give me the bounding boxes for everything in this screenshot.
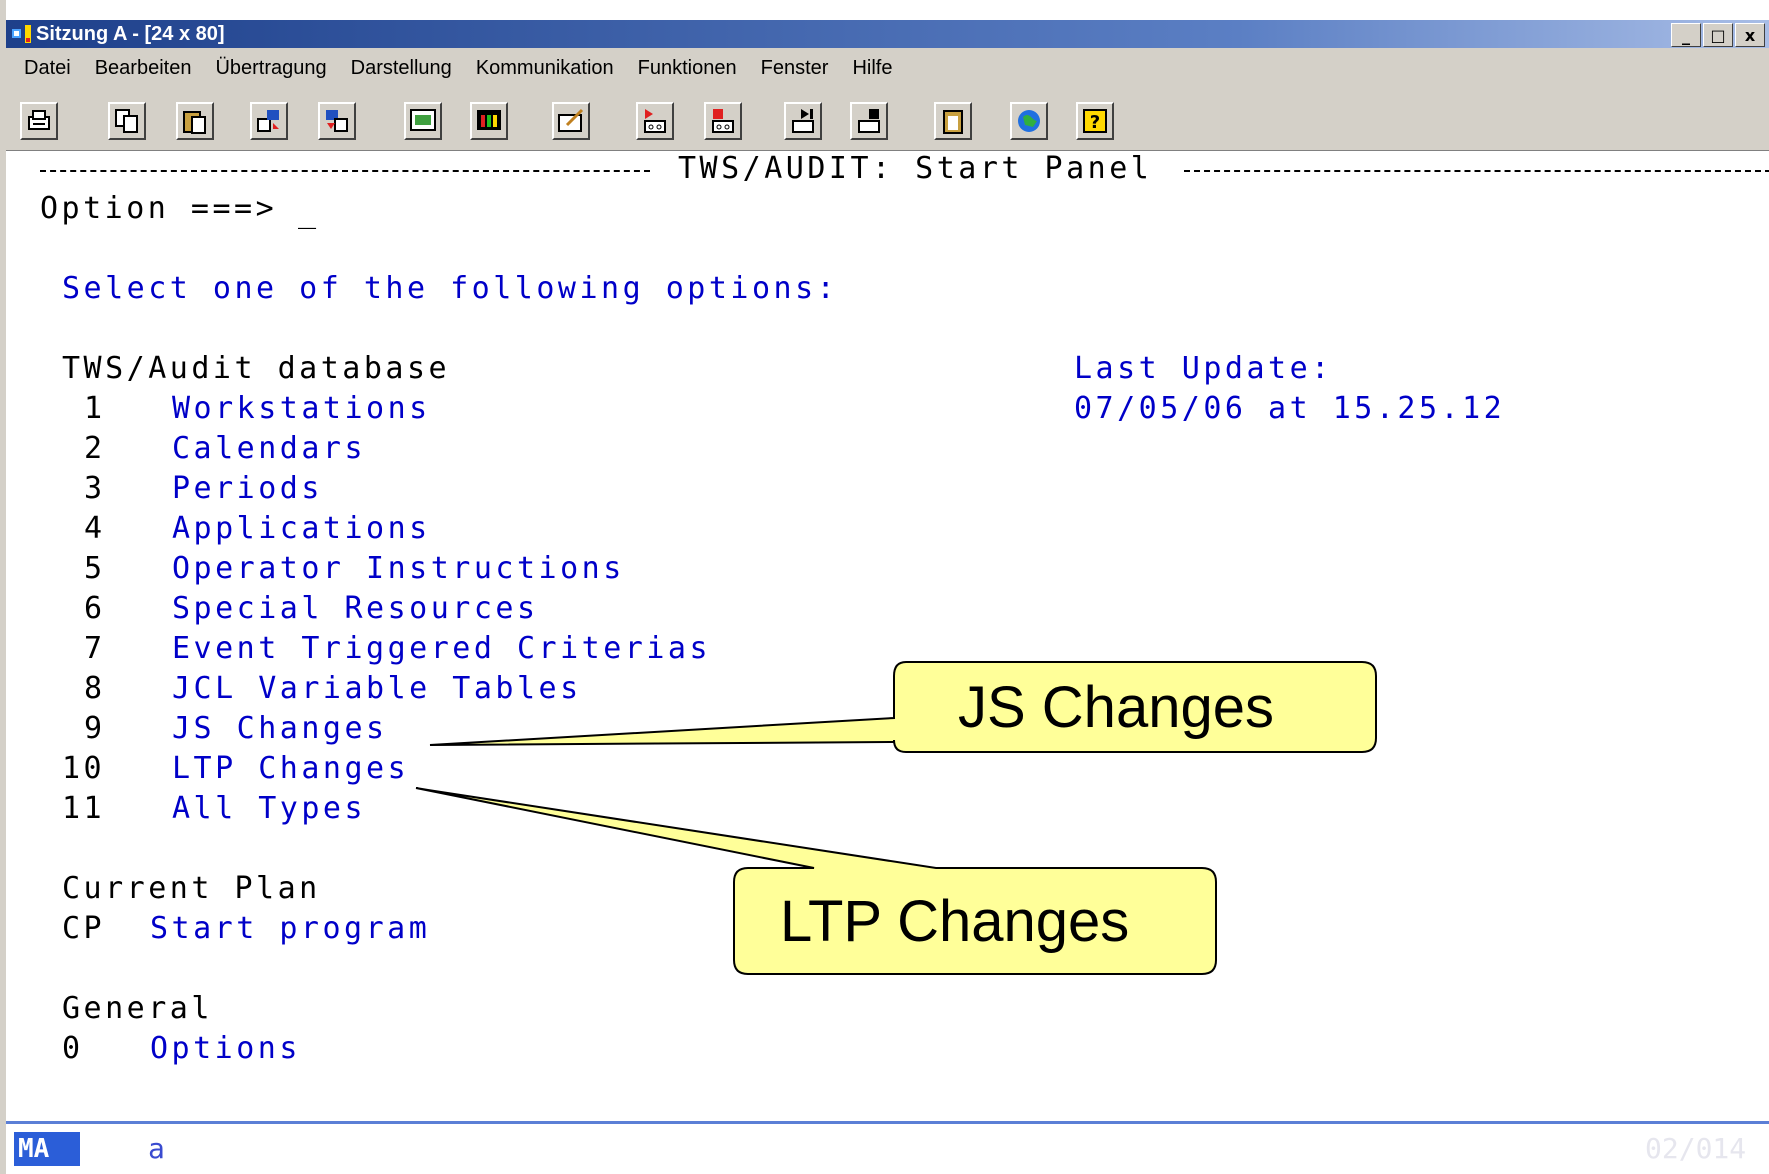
- status-bar: MA a 02/014: [0, 1124, 1769, 1174]
- ltp-callout-label: LTP Changes: [780, 889, 1130, 954]
- emulator-window: Sitzung A - [24 x 80] _ □ x Datei Bearbe…: [0, 0, 1769, 1174]
- js-callout-label: JS Changes: [958, 675, 1274, 740]
- status-cursor-position: 02/014: [1645, 1132, 1747, 1165]
- status-session: a: [148, 1132, 165, 1165]
- status-mode: MA: [14, 1132, 80, 1166]
- frame-left: [0, 0, 6, 1174]
- callout-overlay: [415, 661, 1377, 975]
